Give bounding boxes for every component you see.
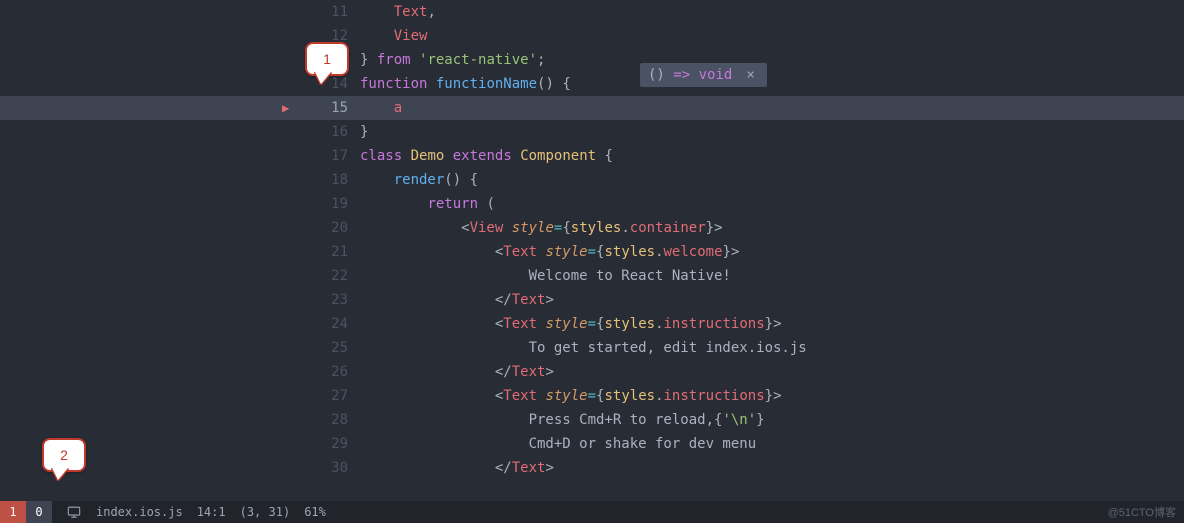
signature-hint-text: () => void bbox=[648, 67, 732, 83]
line-number: 22 bbox=[0, 264, 360, 288]
code-content[interactable]: class Demo extends Component { bbox=[360, 144, 1184, 168]
line-number: 18 bbox=[0, 168, 360, 192]
status-filename[interactable]: index.ios.js bbox=[96, 505, 183, 519]
status-selection[interactable]: (3, 31) bbox=[240, 505, 291, 519]
code-line[interactable]: 16} bbox=[0, 120, 1184, 144]
code-line[interactable]: 12 View bbox=[0, 24, 1184, 48]
code-editor[interactable]: 11 Text,12 View13} from 'react-native';1… bbox=[0, 0, 1184, 501]
code-content[interactable]: </Text> bbox=[360, 288, 1184, 312]
line-number: 17 bbox=[0, 144, 360, 168]
code-content[interactable]: <Text style={styles.welcome}> bbox=[360, 240, 1184, 264]
line-number: 19 bbox=[0, 192, 360, 216]
code-line[interactable]: 17class Demo extends Component { bbox=[0, 144, 1184, 168]
code-line[interactable]: 13} from 'react-native'; bbox=[0, 48, 1184, 72]
code-content[interactable]: View bbox=[360, 24, 1184, 48]
code-line[interactable]: 22 Welcome to React Native! bbox=[0, 264, 1184, 288]
code-line[interactable]: 20 <View style={styles.container}> bbox=[0, 216, 1184, 240]
monitor-icon[interactable] bbox=[66, 504, 82, 520]
line-number: 15▶ bbox=[0, 96, 360, 120]
code-content[interactable]: <View style={styles.container}> bbox=[360, 216, 1184, 240]
line-number: 14 bbox=[0, 72, 360, 96]
line-number: 11 bbox=[0, 0, 360, 24]
code-content[interactable]: return ( bbox=[360, 192, 1184, 216]
code-content[interactable]: Press Cmd+R to reload,{'\n'} bbox=[360, 408, 1184, 432]
line-number: 27 bbox=[0, 384, 360, 408]
code-content[interactable]: <Text style={styles.instructions}> bbox=[360, 312, 1184, 336]
close-icon[interactable]: × bbox=[742, 67, 758, 83]
code-content[interactable]: <Text style={styles.instructions}> bbox=[360, 384, 1184, 408]
code-line[interactable]: 15▶ a bbox=[0, 96, 1184, 120]
code-line[interactable]: 27 <Text style={styles.instructions}> bbox=[0, 384, 1184, 408]
status-error-count[interactable]: 1 bbox=[0, 501, 26, 523]
code-content[interactable]: } from 'react-native'; bbox=[360, 48, 1184, 72]
code-content[interactable]: To get started, edit index.ios.js bbox=[360, 336, 1184, 360]
code-line[interactable]: 26 </Text> bbox=[0, 360, 1184, 384]
annotation-callout-2: 2 bbox=[42, 438, 86, 472]
line-number: 26 bbox=[0, 360, 360, 384]
code-content[interactable]: } bbox=[360, 120, 1184, 144]
signature-hint-popup: () => void × bbox=[640, 63, 767, 87]
code-line[interactable]: 18 render() { bbox=[0, 168, 1184, 192]
code-line[interactable]: 25 To get started, edit index.ios.js bbox=[0, 336, 1184, 360]
code-line[interactable]: 19 return ( bbox=[0, 192, 1184, 216]
code-line[interactable]: 23 </Text> bbox=[0, 288, 1184, 312]
status-warning-count[interactable]: 0 bbox=[26, 501, 52, 523]
code-line[interactable]: 14function functionName() { bbox=[0, 72, 1184, 96]
status-bar: 1 0 index.ios.js 14:1 (3, 31) 61% bbox=[0, 501, 1184, 523]
status-zoom[interactable]: 61% bbox=[304, 505, 326, 519]
code-content[interactable]: a bbox=[360, 96, 1184, 120]
line-number: 21 bbox=[0, 240, 360, 264]
code-line[interactable]: 11 Text, bbox=[0, 0, 1184, 24]
watermark: @51CTO博客 bbox=[1108, 504, 1176, 520]
annotation-callout-1: 1 bbox=[305, 42, 349, 76]
code-content[interactable]: Text, bbox=[360, 0, 1184, 24]
code-content[interactable]: Welcome to React Native! bbox=[360, 264, 1184, 288]
code-content[interactable]: Cmd+D or shake for dev menu bbox=[360, 432, 1184, 456]
annotation-label: 1 bbox=[323, 51, 331, 67]
code-line[interactable]: 21 <Text style={styles.welcome}> bbox=[0, 240, 1184, 264]
line-number: 25 bbox=[0, 336, 360, 360]
annotation-label: 2 bbox=[60, 447, 68, 463]
status-diagnostics[interactable]: 1 0 bbox=[0, 501, 52, 523]
status-cursor-position[interactable]: 14:1 bbox=[197, 505, 226, 519]
line-number: 20 bbox=[0, 216, 360, 240]
code-line[interactable]: 24 <Text style={styles.instructions}> bbox=[0, 312, 1184, 336]
code-line[interactable]: 30 </Text> bbox=[0, 456, 1184, 480]
code-content[interactable]: </Text> bbox=[360, 456, 1184, 480]
code-content[interactable]: </Text> bbox=[360, 360, 1184, 384]
line-number: 24 bbox=[0, 312, 360, 336]
line-number: 16 bbox=[0, 120, 360, 144]
code-line[interactable]: 29 Cmd+D or shake for dev menu bbox=[0, 432, 1184, 456]
code-area[interactable]: 11 Text,12 View13} from 'react-native';1… bbox=[0, 0, 1184, 501]
error-marker-icon: ▶ bbox=[282, 96, 289, 120]
code-content[interactable]: render() { bbox=[360, 168, 1184, 192]
code-content[interactable]: function functionName() { bbox=[360, 72, 1184, 96]
code-line[interactable]: 28 Press Cmd+R to reload,{'\n'} bbox=[0, 408, 1184, 432]
line-number: 28 bbox=[0, 408, 360, 432]
line-number: 23 bbox=[0, 288, 360, 312]
